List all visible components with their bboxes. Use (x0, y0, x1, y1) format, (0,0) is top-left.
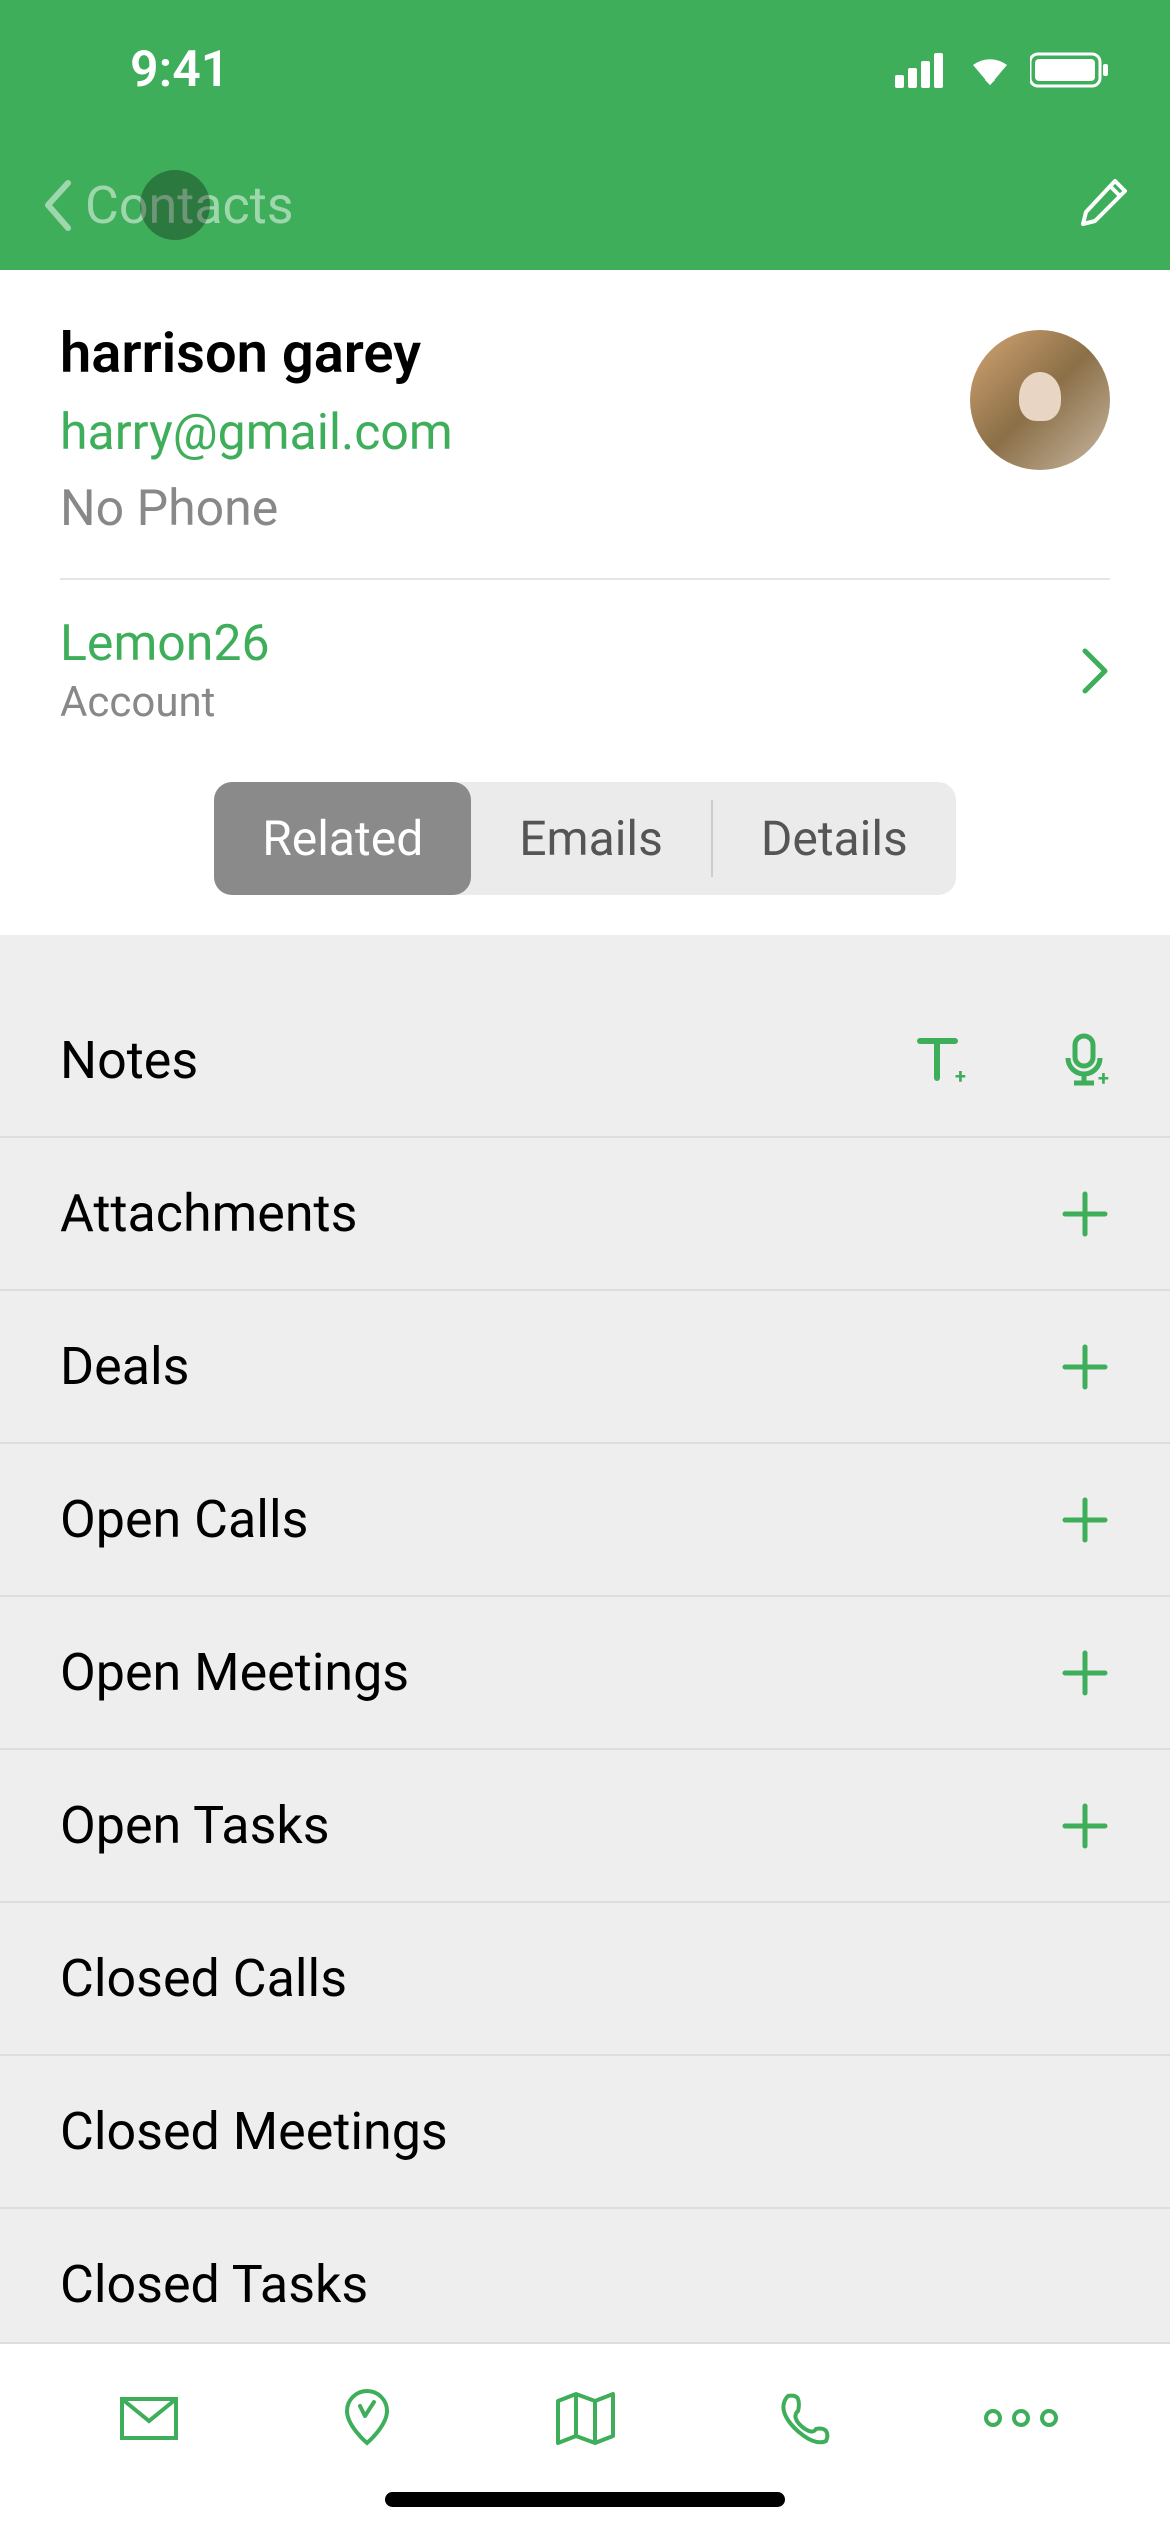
list-label: Notes (60, 1030, 198, 1091)
list-label: Deals (60, 1336, 189, 1397)
list-item-notes[interactable]: Notes + + (0, 985, 1170, 1138)
plus-icon[interactable] (1060, 1189, 1110, 1239)
more-icon (981, 2408, 1061, 2428)
tab-details[interactable]: Details (713, 782, 956, 895)
plus-icon[interactable] (1060, 1342, 1110, 1392)
list-container: Notes + + Attachments Deals (0, 935, 1170, 2362)
account-label: Account (60, 678, 270, 727)
account-row[interactable]: Lemon26 Account (0, 580, 1170, 762)
list-label: Attachments (60, 1183, 357, 1244)
list-label: Closed Tasks (60, 2254, 368, 2315)
wifi-icon (965, 53, 1015, 88)
contact-phone: No Phone (60, 480, 970, 538)
contact-email[interactable]: harry@gmail.com (60, 404, 970, 462)
map-button[interactable] (535, 2391, 635, 2446)
list-label: Open Tasks (60, 1795, 330, 1856)
location-icon (342, 2388, 392, 2448)
microphone-add-icon[interactable]: + (1060, 1033, 1110, 1088)
pencil-icon (1075, 176, 1130, 231)
list-item-open-tasks[interactable]: Open Tasks (0, 1750, 1170, 1903)
mail-icon (119, 2396, 179, 2441)
account-name: Lemon26 (60, 615, 270, 673)
svg-text:+: + (1098, 1066, 1109, 1088)
phone-icon (776, 2391, 831, 2446)
more-button[interactable] (971, 2408, 1071, 2428)
list-item-deals[interactable]: Deals (0, 1291, 1170, 1444)
list-label: Open Meetings (60, 1642, 409, 1703)
list-item-closed-meetings[interactable]: Closed Meetings (0, 2056, 1170, 2209)
edit-button[interactable] (1075, 176, 1130, 235)
tabs-container: Related Emails Details (0, 762, 1170, 935)
list-item-closed-calls[interactable]: Closed Calls (0, 1903, 1170, 2056)
plus-icon[interactable] (1060, 1801, 1110, 1851)
mail-button[interactable] (99, 2396, 199, 2441)
back-button[interactable]: Contacts (40, 175, 294, 236)
tab-emails[interactable]: Emails (471, 782, 711, 895)
contact-info: harrison garey harry@gmail.com No Phone (60, 320, 970, 538)
plus-icon[interactable] (1060, 1648, 1110, 1698)
call-button[interactable] (753, 2391, 853, 2446)
list-item-open-calls[interactable]: Open Calls (0, 1444, 1170, 1597)
list-label: Open Calls (60, 1489, 308, 1550)
list-actions: + + (915, 1033, 1110, 1088)
status-bar: 9:41 (0, 0, 1170, 140)
signal-icon (895, 53, 950, 88)
chevron-right-icon (1080, 646, 1110, 696)
list-label: Closed Meetings (60, 2101, 448, 2162)
home-indicator[interactable] (385, 2492, 785, 2507)
map-icon (553, 2391, 618, 2446)
contact-header: harrison garey harry@gmail.com No Phone (0, 270, 1170, 578)
nav-bar: Contacts (0, 140, 1170, 270)
tabs: Related Emails Details (214, 782, 956, 895)
list-item-open-meetings[interactable]: Open Meetings (0, 1597, 1170, 1750)
contact-name: harrison garey (60, 320, 970, 386)
account-info: Lemon26 Account (60, 615, 270, 727)
chevron-left-icon (40, 178, 75, 233)
touch-indicator (140, 170, 210, 240)
status-icons (895, 51, 1110, 89)
location-button[interactable] (317, 2388, 417, 2448)
status-time: 9:41 (130, 41, 229, 99)
tab-related[interactable]: Related (214, 782, 471, 895)
list-item-closed-tasks[interactable]: Closed Tasks (0, 2209, 1170, 2362)
text-add-icon[interactable]: + (915, 1033, 970, 1088)
battery-icon (1030, 51, 1110, 89)
list-item-attachments[interactable]: Attachments (0, 1138, 1170, 1291)
plus-icon[interactable] (1060, 1495, 1110, 1545)
avatar[interactable] (970, 330, 1110, 470)
list-label: Closed Calls (60, 1948, 347, 2009)
svg-text:+: + (955, 1064, 966, 1088)
